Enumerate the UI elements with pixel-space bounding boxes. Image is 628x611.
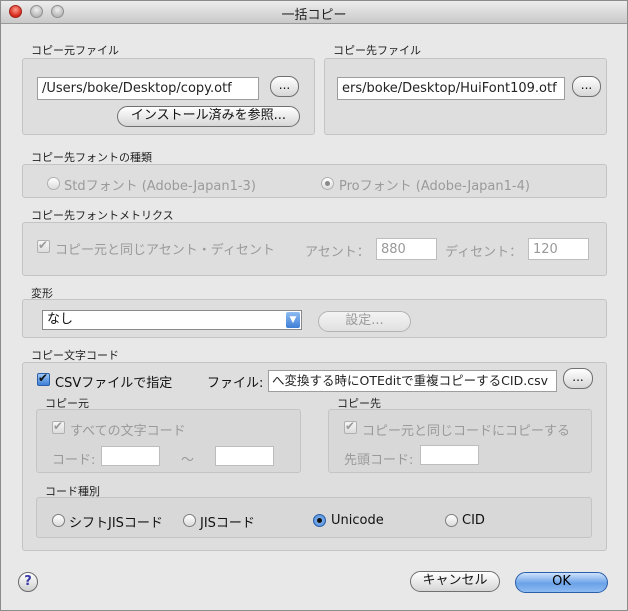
start-code-field[interactable] — [420, 445, 479, 465]
cancel-button[interactable]: キャンセル — [410, 571, 500, 592]
ascent-field[interactable]: 880 — [376, 238, 437, 260]
range-tilde: 〜 — [181, 453, 195, 468]
font-type-section-label: コピー先フォントの種類 — [31, 151, 152, 164]
source-browse-button[interactable]: ... — [270, 76, 299, 97]
same-ascent-descent-label: コピー元と同じアセント・ディセント — [55, 243, 275, 258]
source-code-label: コード: — [52, 453, 96, 468]
dest-file-section-label: コピー先ファイル — [333, 44, 421, 57]
std-font-label: Stdフォント (Adobe-Japan1-3) — [64, 179, 256, 194]
descent-label: ディセント： — [445, 245, 523, 260]
jis-radio[interactable] — [183, 514, 196, 527]
same-code-checkbox[interactable] — [344, 419, 357, 434]
start-code-label: 先頭コード: — [344, 453, 414, 468]
window-title: 一括コピー — [281, 8, 347, 23]
pro-font-radio[interactable] — [321, 177, 334, 190]
browse-installed-button[interactable]: インストール済みを参照... — [117, 106, 300, 127]
dest-browse-button[interactable]: ... — [572, 76, 601, 97]
same-ascent-descent-checkbox[interactable] — [37, 238, 50, 253]
csv-browse-button[interactable]: ... — [563, 368, 593, 389]
dest-file-path-field[interactable]: ers/boke/Desktop/HuiFont109.otf — [337, 77, 565, 100]
csv-file-path-field[interactable]: へ変換する時にOTEditで重複コピーするCID.csv — [268, 370, 557, 392]
unicode-radio[interactable] — [313, 514, 326, 527]
csv-checkbox[interactable] — [37, 371, 50, 386]
same-code-label: コピー元と同じコードにコピーする — [362, 424, 571, 439]
metrics-section-label: コピー先フォントメトリクス — [31, 209, 174, 222]
pro-font-label: Proフォント (Adobe-Japan1-4) — [339, 179, 530, 194]
csv-file-label: ファイル: — [207, 376, 264, 391]
std-font-radio[interactable] — [47, 177, 60, 190]
sjis-radio[interactable] — [52, 514, 65, 527]
help-button[interactable]: ? — [18, 572, 38, 592]
sjis-label: シフトJISコード — [69, 516, 163, 531]
transform-settings-button[interactable]: 設定... — [318, 311, 411, 332]
all-codes-label: すべての文字コード — [70, 424, 186, 439]
source-code-end-field[interactable] — [215, 446, 274, 466]
select-arrow-icon: ▼ — [286, 312, 300, 328]
unicode-label: Unicode — [331, 513, 384, 528]
ok-button[interactable]: OK — [515, 572, 608, 593]
source-code-start-field[interactable] — [101, 446, 160, 466]
ascent-label: アセント： — [305, 245, 370, 260]
batch-copy-dialog: 一括コピー コピー元ファイル /Users/boke/Desktop/copy.… — [0, 0, 628, 611]
source-file-section-label: コピー元ファイル — [31, 44, 119, 57]
transform-select[interactable]: なし ▼ — [42, 310, 302, 330]
all-codes-checkbox[interactable] — [52, 419, 65, 434]
char-code-section-label: コピー文字コード — [31, 349, 119, 362]
title-bar: 一括コピー — [1, 1, 627, 24]
cid-label: CID — [462, 513, 485, 528]
source-file-path-field[interactable]: /Users/boke/Desktop/copy.otf — [37, 77, 259, 100]
transform-selected-value: なし — [47, 312, 74, 327]
csv-checkbox-label: CSVファイルで指定 — [55, 376, 173, 391]
descent-field[interactable]: 120 — [528, 238, 589, 260]
jis-label: JISコード — [200, 516, 255, 531]
cid-radio[interactable] — [445, 514, 458, 527]
